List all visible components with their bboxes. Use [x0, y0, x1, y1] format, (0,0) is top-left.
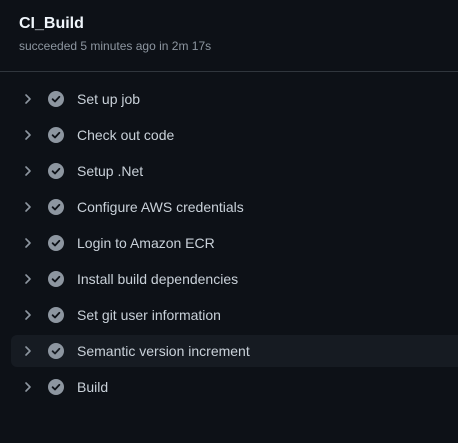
step-label: Semantic version increment: [77, 343, 250, 359]
step-row[interactable]: Check out code: [11, 119, 458, 151]
chevron-right-icon[interactable]: [21, 92, 35, 106]
chevron-right-icon[interactable]: [21, 308, 35, 322]
check-circle-icon: [48, 379, 64, 395]
check-circle-icon: [48, 91, 64, 107]
step-row-highlighted[interactable]: Semantic version increment: [11, 335, 458, 367]
chevron-right-icon[interactable]: [21, 236, 35, 250]
chevron-right-icon[interactable]: [21, 272, 35, 286]
step-row[interactable]: Set git user information: [11, 299, 458, 331]
step-row[interactable]: Configure AWS credentials: [11, 191, 458, 223]
job-header: CI_Build succeeded 5 minutes ago in 2m 1…: [0, 0, 458, 72]
step-row[interactable]: Login to Amazon ECR: [11, 227, 458, 259]
step-label: Set git user information: [77, 307, 221, 323]
step-label: Login to Amazon ECR: [77, 235, 215, 251]
check-circle-icon: [48, 199, 64, 215]
check-circle-icon: [48, 127, 64, 143]
step-row[interactable]: Setup .Net: [11, 155, 458, 187]
check-circle-icon: [48, 163, 64, 179]
step-row[interactable]: Install build dependencies: [11, 263, 458, 295]
chevron-right-icon[interactable]: [21, 128, 35, 142]
step-row[interactable]: Build: [11, 371, 458, 403]
chevron-right-icon[interactable]: [21, 380, 35, 394]
job-status: succeeded 5 minutes ago in 2m 17s: [19, 39, 212, 53]
chevron-right-icon[interactable]: [21, 344, 35, 358]
check-circle-icon: [48, 307, 64, 323]
check-circle-icon: [48, 235, 64, 251]
job-title: CI_Build: [19, 15, 84, 32]
step-row[interactable]: Set up job: [11, 83, 458, 115]
check-circle-icon: [48, 343, 64, 359]
step-list: Set up job Check out code Setup .Net Con…: [0, 72, 458, 403]
chevron-right-icon[interactable]: [21, 200, 35, 214]
step-label: Configure AWS credentials: [77, 199, 244, 215]
step-label: Build: [77, 379, 109, 395]
step-label: Setup .Net: [77, 163, 144, 179]
step-label: Check out code: [77, 127, 175, 143]
check-circle-icon: [48, 271, 64, 287]
step-label: Set up job: [77, 91, 141, 107]
step-label: Install build dependencies: [77, 271, 239, 287]
chevron-right-icon[interactable]: [21, 164, 35, 178]
job-log-panel: CI_Build succeeded 5 minutes ago in 2m 1…: [0, 0, 458, 443]
